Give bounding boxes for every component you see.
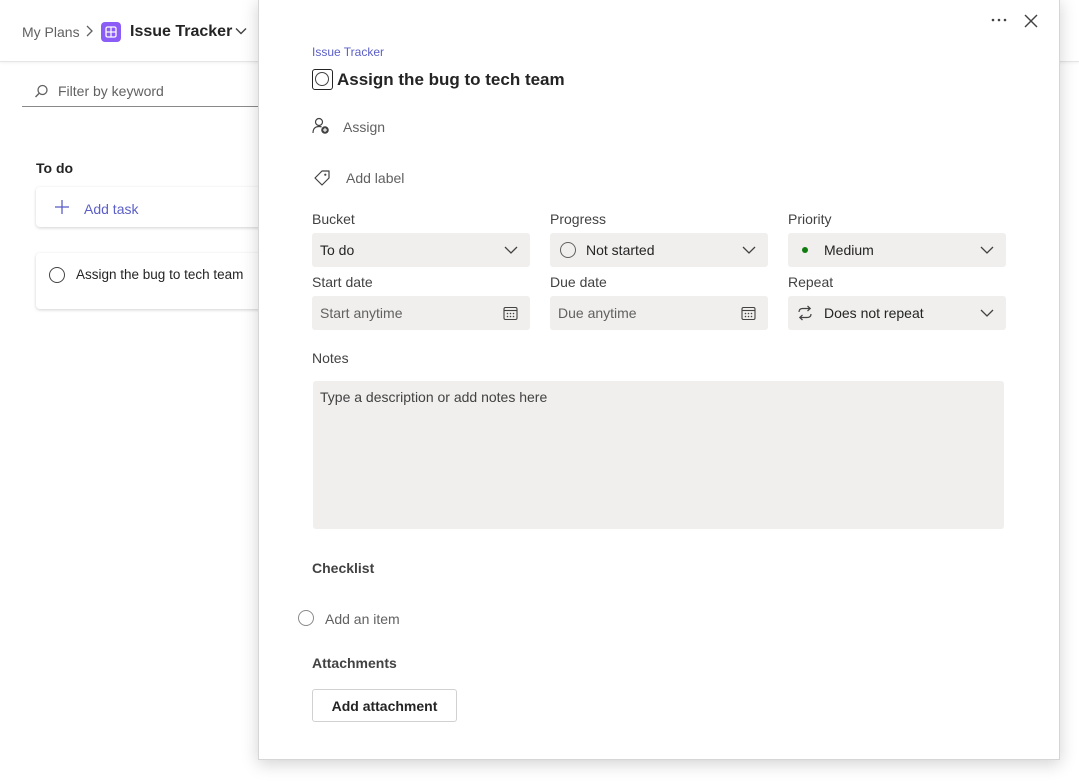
- add-label-button[interactable]: Add label: [346, 170, 404, 186]
- add-task-button[interactable]: Add task: [36, 187, 276, 227]
- chevron-right-icon: [86, 25, 93, 37]
- close-icon[interactable]: [1022, 12, 1040, 30]
- bucket-title: To do: [36, 160, 74, 176]
- due-date-picker[interactable]: Due anytime: [550, 296, 768, 330]
- chevron-down-icon: [980, 246, 994, 254]
- notes-textarea[interactable]: Type a description or add notes here: [313, 381, 1004, 529]
- search-icon: [35, 84, 48, 98]
- panel-plan-link[interactable]: Issue Tracker: [312, 45, 384, 59]
- progress-dropdown[interactable]: Not started: [550, 233, 768, 267]
- add-person-icon: [312, 117, 329, 134]
- start-date-picker[interactable]: Start anytime: [312, 296, 530, 330]
- tag-icon: [314, 170, 330, 186]
- chevron-down-icon: [980, 309, 994, 317]
- start-date-placeholder: Start anytime: [320, 305, 403, 321]
- bucket-label: Bucket: [312, 211, 355, 227]
- checklist-item-circle-icon: [298, 610, 314, 626]
- plan-board-icon: [101, 22, 121, 42]
- task-title-input[interactable]: Assign the bug to tech team: [337, 70, 565, 90]
- chevron-down-icon: [504, 246, 518, 254]
- repeat-icon: [798, 305, 812, 321]
- calendar-icon[interactable]: [503, 306, 518, 321]
- task-card[interactable]: Assign the bug to tech team: [36, 253, 276, 309]
- attachments-label: Attachments: [312, 655, 397, 671]
- breadcrumb-my-plans[interactable]: My Plans: [22, 24, 80, 40]
- not-started-icon: [560, 242, 576, 258]
- repeat-value: Does not repeat: [824, 305, 924, 321]
- filter-input[interactable]: Filter by keyword: [22, 76, 272, 107]
- bucket-value: To do: [320, 242, 355, 258]
- bucket-dropdown[interactable]: To do: [312, 233, 530, 267]
- progress-value: Not started: [586, 242, 655, 258]
- plan-title[interactable]: Issue Tracker: [130, 23, 232, 41]
- add-checklist-item-input[interactable]: Add an item: [325, 611, 400, 627]
- add-attachment-label: Add attachment: [331, 698, 438, 714]
- plus-icon: [55, 200, 69, 214]
- priority-dot-icon: [802, 247, 808, 253]
- complete-task-toggle[interactable]: [312, 69, 333, 90]
- task-card-title: Assign the bug to tech team: [76, 267, 244, 282]
- add-task-label: Add task: [84, 201, 139, 217]
- chevron-down-icon[interactable]: [235, 26, 247, 36]
- more-horizontal-icon[interactable]: [990, 12, 1008, 28]
- start-date-label: Start date: [312, 274, 373, 290]
- priority-label: Priority: [788, 211, 832, 227]
- chevron-down-icon: [742, 246, 756, 254]
- filter-placeholder: Filter by keyword: [58, 83, 164, 99]
- task-details-panel: [258, 0, 1060, 760]
- progress-label: Progress: [550, 211, 607, 227]
- repeat-dropdown[interactable]: Does not repeat: [788, 296, 1006, 330]
- priority-dropdown[interactable]: Medium: [788, 233, 1006, 267]
- assign-button[interactable]: Assign: [343, 119, 385, 135]
- due-date-label: Due date: [550, 274, 607, 290]
- due-date-placeholder: Due anytime: [558, 305, 637, 321]
- add-attachment-button[interactable]: Add attachment: [312, 689, 457, 722]
- notes-label: Notes: [312, 350, 349, 366]
- calendar-icon[interactable]: [741, 306, 756, 321]
- complete-task-checkbox[interactable]: [49, 267, 65, 283]
- notes-placeholder: Type a description or add notes here: [320, 389, 548, 405]
- repeat-label: Repeat: [788, 274, 834, 290]
- checklist-label: Checklist: [312, 560, 375, 576]
- priority-value: Medium: [824, 242, 874, 258]
